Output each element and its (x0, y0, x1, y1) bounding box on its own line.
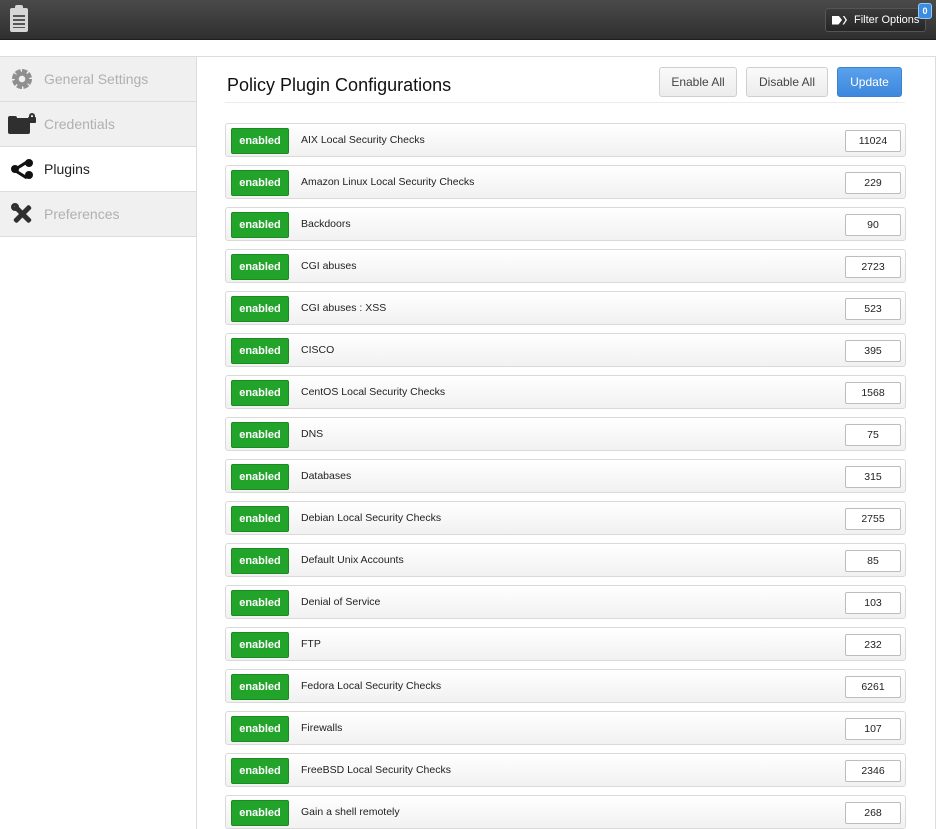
plugin-count[interactable]: 2755 (845, 508, 901, 530)
table-row[interactable]: enabled CISCO 395 (225, 333, 906, 367)
status-toggle[interactable]: enabled (231, 674, 289, 700)
sidebar-item-label: Credentials (44, 116, 115, 132)
sidebar-item-label: Preferences (44, 206, 120, 222)
disable-all-button[interactable]: Disable All (746, 67, 828, 97)
plugin-family-name: Fedora Local Security Checks (301, 680, 442, 692)
status-toggle[interactable]: enabled (231, 128, 289, 154)
status-toggle[interactable]: enabled (231, 632, 289, 658)
plugin-family-name: Databases (301, 470, 352, 482)
table-row[interactable]: enabled Backdoors 90 (225, 207, 906, 241)
plugin-family-name: CISCO (301, 344, 335, 356)
plugin-family-name: FTP (301, 638, 321, 650)
status-toggle[interactable]: enabled (231, 800, 289, 826)
filter-options-label: Filter Options (854, 14, 920, 26)
plugin-family-name: CGI abuses (301, 260, 357, 272)
plugin-family-name: CentOS Local Security Checks (301, 386, 446, 398)
table-row[interactable]: enabled CGI abuses 2723 (225, 249, 906, 283)
plugins-panel: Policy Plugin Configurations Enable All … (196, 56, 936, 829)
plugin-count[interactable]: 107 (845, 718, 901, 740)
status-toggle[interactable]: enabled (231, 170, 289, 196)
table-row[interactable]: enabled CGI abuses : XSS 523 (225, 291, 906, 325)
status-toggle[interactable]: enabled (231, 506, 289, 532)
status-toggle[interactable]: enabled (231, 254, 289, 280)
update-button[interactable]: Update (837, 67, 902, 97)
sidebar-item-plugins[interactable]: Plugins (0, 147, 196, 192)
table-row[interactable]: enabled Amazon Linux Local Security Check… (225, 165, 906, 199)
table-row[interactable]: enabled DNS 75 (225, 417, 906, 451)
tools-icon (11, 203, 33, 225)
table-row[interactable]: enabled CentOS Local Security Checks 1568 (225, 375, 906, 409)
status-toggle[interactable]: enabled (231, 590, 289, 616)
plugin-family-name: AIX Local Security Checks (301, 134, 425, 146)
plugin-family-name: CGI abuses : XSS (301, 302, 387, 314)
table-row[interactable]: enabled Denial of Service 103 (225, 585, 906, 619)
plugin-family-name: DNS (301, 428, 324, 440)
plugin-count[interactable]: 2723 (845, 256, 901, 278)
status-toggle[interactable]: enabled (231, 296, 289, 322)
table-row[interactable]: enabled Default Unix Accounts 85 (225, 543, 906, 577)
status-toggle[interactable]: enabled (231, 758, 289, 784)
table-row[interactable]: enabled Firewalls 107 (225, 711, 906, 745)
sidebar: General Settings Credentials Plugins Pre… (0, 56, 196, 237)
table-row[interactable]: enabled Gain a shell remotely 268 (225, 795, 906, 829)
status-toggle[interactable]: enabled (231, 338, 289, 364)
plugin-family-name: Denial of Service (301, 596, 381, 608)
filter-count-badge: 0 (918, 3, 932, 19)
filter-options-button[interactable]: Filter Options (825, 8, 926, 32)
status-toggle[interactable]: enabled (231, 716, 289, 742)
table-row[interactable]: enabled Databases 315 (225, 459, 906, 493)
sidebar-item-label: Plugins (44, 161, 90, 177)
plugin-count[interactable]: 523 (845, 298, 901, 320)
plugin-count[interactable]: 11024 (845, 130, 901, 152)
plugin-count[interactable]: 315 (845, 466, 901, 488)
plugin-family-name: Debian Local Security Checks (301, 512, 442, 524)
table-row[interactable]: enabled FreeBSD Local Security Checks 2346 (225, 753, 906, 787)
tags-icon (832, 15, 848, 26)
plugin-count[interactable]: 85 (845, 550, 901, 572)
plugin-count[interactable]: 2346 (845, 760, 901, 782)
plugin-family-name: Firewalls (301, 722, 343, 734)
sidebar-item-general-settings[interactable]: General Settings (0, 57, 196, 102)
table-row[interactable]: enabled FTP 232 (225, 627, 906, 661)
plugin-count[interactable]: 395 (845, 340, 901, 362)
plugin-count[interactable]: 90 (845, 214, 901, 236)
plugin-family-name: Gain a shell remotely (301, 806, 400, 818)
status-toggle[interactable]: enabled (231, 422, 289, 448)
locked-folder-icon (8, 113, 36, 134)
table-row[interactable]: enabled Fedora Local Security Checks 6261 (225, 669, 906, 703)
plugin-count[interactable]: 268 (845, 802, 901, 824)
plugin-family-name: FreeBSD Local Security Checks (301, 764, 451, 776)
enable-all-button[interactable]: Enable All (659, 67, 737, 97)
clipboard-icon[interactable] (10, 5, 28, 32)
header-divider (225, 102, 905, 103)
plugin-count[interactable]: 75 (845, 424, 901, 446)
plugin-family-name: Default Unix Accounts (301, 554, 404, 566)
status-toggle[interactable]: enabled (231, 212, 289, 238)
plugin-count[interactable]: 103 (845, 592, 901, 614)
plugin-count[interactable]: 232 (845, 634, 901, 656)
page-title: Policy Plugin Configurations (227, 75, 452, 95)
top-bar: Filter Options 0 (0, 0, 936, 40)
status-toggle[interactable]: enabled (231, 548, 289, 574)
plugin-count[interactable]: 1568 (845, 382, 901, 404)
table-row[interactable]: enabled Debian Local Security Checks 2755 (225, 501, 906, 535)
status-toggle[interactable]: enabled (231, 380, 289, 406)
sidebar-item-credentials[interactable]: Credentials (0, 102, 196, 147)
table-row[interactable]: enabled AIX Local Security Checks 11024 (225, 123, 906, 157)
sidebar-item-label: General Settings (44, 71, 149, 87)
plugin-count[interactable]: 6261 (845, 676, 901, 698)
status-toggle[interactable]: enabled (231, 464, 289, 490)
plugin-family-name: Amazon Linux Local Security Checks (301, 176, 475, 188)
gear-icon (12, 69, 32, 89)
sidebar-item-preferences[interactable]: Preferences (0, 192, 196, 237)
plugin-family-name: Backdoors (301, 218, 351, 230)
share-icon (11, 159, 33, 180)
plugin-count[interactable]: 229 (845, 172, 901, 194)
